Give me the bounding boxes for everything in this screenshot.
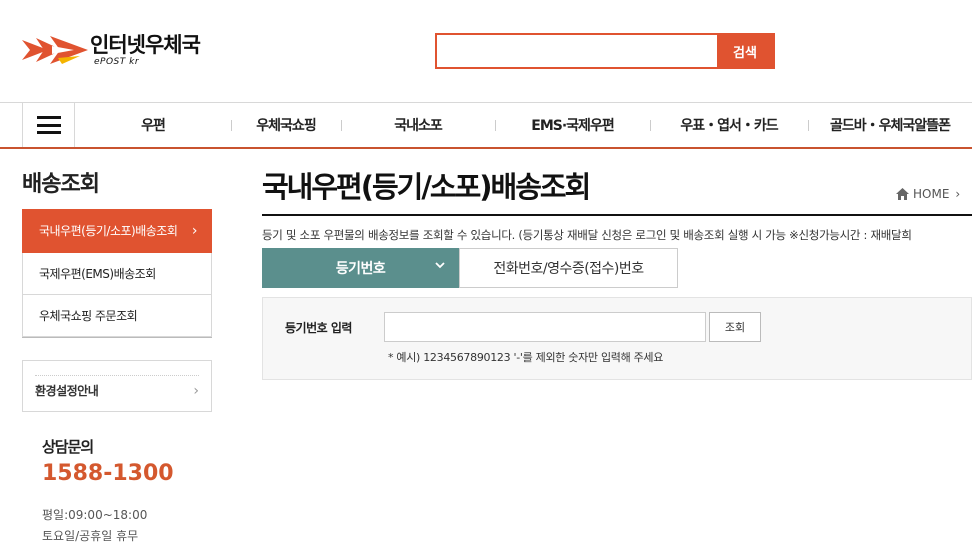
gnb-item-goldbar-phone[interactable]: 골드바・우체국알뜰폰 <box>808 103 972 147</box>
gnb-item-ems[interactable]: EMS·국제우편 <box>495 103 650 147</box>
logo-title: 인터넷우체국 <box>90 33 201 57</box>
registered-number-label: 등기번호 입력 <box>285 321 352 335</box>
tracking-form: 등기번호 입력 조회 * 예시) 1234567890123 '-'를 제외한 … <box>262 297 972 380</box>
gnb-item-mail[interactable]: 우편 <box>75 103 231 147</box>
all-menu-button[interactable] <box>22 103 75 147</box>
registered-number-input[interactable] <box>384 312 706 342</box>
search-input[interactable] <box>437 35 717 67</box>
input-hint: * 예시) 1234567890123 '-'를 제외한 숫자만 입력해 주세요 <box>388 351 664 364</box>
query-button[interactable]: 조회 <box>709 312 761 342</box>
customer-service-title: 상담문의 <box>42 438 94 456</box>
epost-logo-mark-icon <box>22 36 88 64</box>
holiday-notice: 토요일/공휴일 휴무 <box>42 529 139 543</box>
breadcrumb[interactable]: HOME › <box>896 187 960 201</box>
global-nav: 우편 우체국쇼핑 국내소포 EMS·국제우편 우표・엽서・카드 골드바・우체국알… <box>0 102 972 149</box>
env-settings-label: 환경설정안내 <box>35 384 99 398</box>
tab-label: 전화번호/영수증(접수)번호 <box>493 261 644 277</box>
site-search: 검색 <box>435 33 775 69</box>
tab-label: 등기번호 <box>335 261 386 277</box>
environment-settings-link[interactable]: 환경설정안내 › <box>22 360 212 412</box>
page-description: 등기 및 소포 우편물의 배송정보를 조회할 수 있습니다. (등기통상 재배달… <box>262 228 912 242</box>
page-title: 국내우편(등기/소포)배송조회 <box>262 170 591 204</box>
home-icon <box>896 188 909 200</box>
lnb-item-ems-tracking[interactable]: 국제우편(EMS)배송조회 <box>22 253 212 295</box>
title-divider <box>262 214 972 216</box>
lnb-title: 배송조회 <box>22 172 100 197</box>
breadcrumb-home: HOME <box>913 187 950 201</box>
chevron-right-icon: › <box>955 187 961 201</box>
lnb-item-label: 국제우편(EMS)배송조회 <box>39 267 156 281</box>
weekday-hours: 평일:09:00~18:00 <box>42 508 148 522</box>
gnb-item-shopping[interactable]: 우체국쇼핑 <box>231 103 341 147</box>
chevron-right-icon: › <box>193 382 199 399</box>
epost-logo[interactable]: 인터넷우체국 ePOST kr <box>22 32 201 68</box>
customer-service-hours: 평일:09:00~18:00 토요일/공휴일 휴무 <box>42 505 147 546</box>
chevron-right-icon: › <box>191 222 198 239</box>
lnb-item-label: 국내우편(등기/소포)배송조회 <box>39 224 178 238</box>
search-button[interactable]: 검색 <box>717 35 773 67</box>
logo-subtitle: ePOST kr <box>94 57 140 67</box>
search-type-tabs: 등기번호 전화번호/영수증(접수)번호 <box>262 248 678 288</box>
lnb-item-shopping-orders[interactable]: 우체국쇼핑 주문조회 <box>22 295 212 337</box>
gnb-item-stamps[interactable]: 우표・엽서・카드 <box>650 103 808 147</box>
customer-service-phone: 1588-1300 <box>42 461 174 486</box>
lnb-item-domestic-tracking[interactable]: 국내우편(등기/소포)배송조회 › <box>22 209 212 253</box>
lnb-item-label: 우체국쇼핑 주문조회 <box>39 309 138 323</box>
lnb-list: 국내우편(등기/소포)배송조회 › 국제우편(EMS)배송조회 우체국쇼핑 주문… <box>22 209 212 338</box>
hamburger-menu-icon <box>36 116 61 134</box>
gnb-item-domestic-parcel[interactable]: 국내소포 <box>341 103 495 147</box>
tab-phone-receipt-number[interactable]: 전화번호/영수증(접수)번호 <box>459 248 678 288</box>
tab-registered-number[interactable]: 등기번호 <box>262 248 459 288</box>
chevron-down-icon <box>435 262 445 269</box>
